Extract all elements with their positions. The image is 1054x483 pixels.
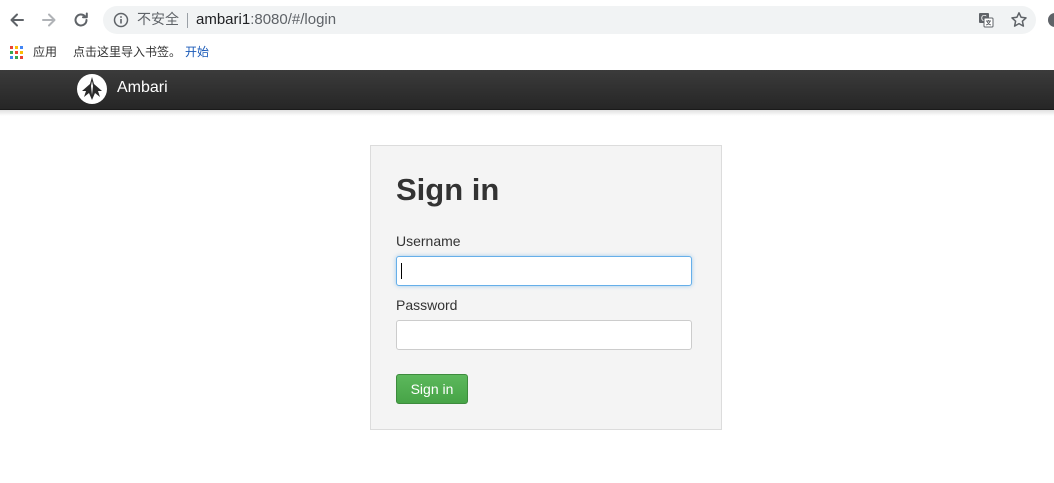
text-caret — [401, 263, 402, 279]
back-button[interactable] — [5, 8, 29, 32]
forward-button[interactable] — [37, 8, 61, 32]
address-bar[interactable]: 不安全 ambari1:8080/#/login G — [103, 6, 1036, 34]
username-input[interactable] — [396, 256, 692, 286]
sign-in-button[interactable]: Sign in — [396, 374, 468, 404]
star-icon[interactable] — [1010, 11, 1028, 29]
username-label: Username — [396, 233, 461, 249]
url-path: :8080/#/login — [250, 11, 337, 28]
navbar-shadow — [0, 110, 1054, 116]
password-input[interactable] — [396, 320, 692, 350]
back-arrow-icon — [10, 13, 24, 27]
url-text[interactable]: ambari1:8080/#/login — [196, 12, 336, 28]
bookmark-apps[interactable]: 应用 — [33, 45, 57, 60]
translate-icon[interactable]: G — [978, 12, 994, 28]
login-title: Sign in — [396, 172, 500, 207]
ambari-logo-icon[interactable] — [76, 73, 108, 105]
security-label[interactable]: 不安全 — [137, 12, 179, 28]
bookmark-import-hint: 点击这里导入书签。 — [73, 45, 182, 59]
forward-arrow-icon — [42, 13, 56, 27]
reload-button[interactable] — [69, 8, 93, 32]
apps-grid-icon[interactable] — [10, 46, 23, 59]
omnibox-divider — [187, 13, 188, 28]
bookmark-start-link[interactable]: 开始 — [185, 45, 209, 60]
app-name[interactable]: Ambari — [117, 79, 168, 97]
info-icon[interactable] — [113, 12, 129, 28]
password-label: Password — [396, 297, 458, 313]
reload-icon — [74, 12, 88, 27]
url-host: ambari1 — [196, 11, 251, 28]
